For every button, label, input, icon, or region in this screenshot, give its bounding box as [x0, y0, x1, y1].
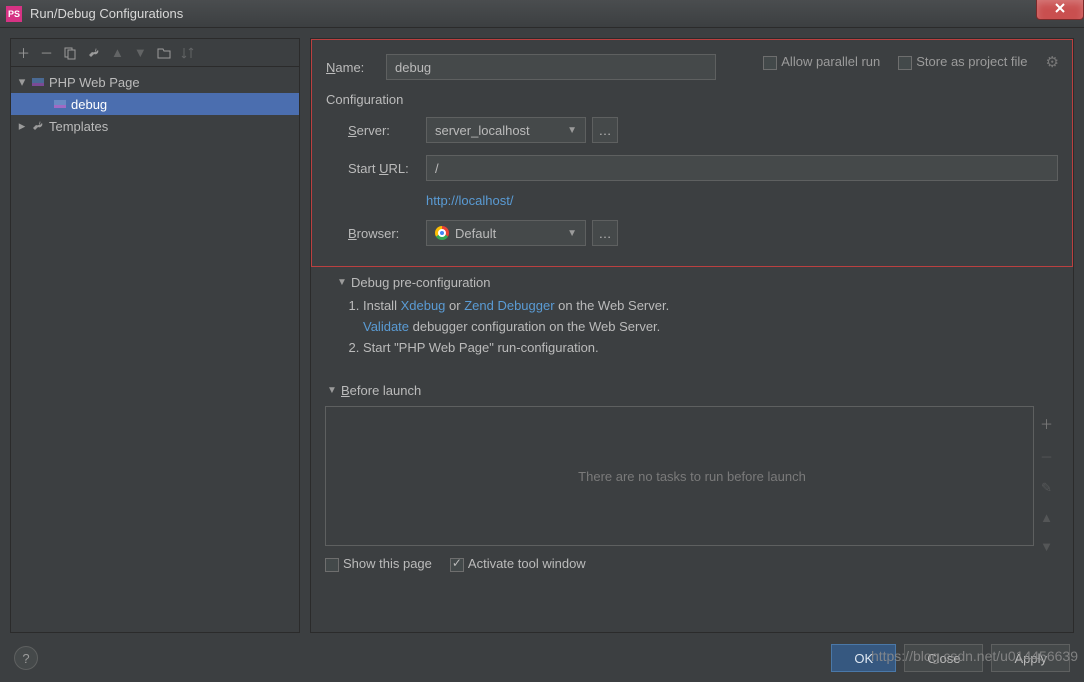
- debug-pre-title: Debug pre-configuration: [351, 275, 490, 290]
- tree-label: PHP Web Page: [49, 75, 140, 90]
- sort-button[interactable]: [181, 46, 195, 60]
- show-this-page-label: Show this page: [343, 556, 432, 571]
- task-up-button[interactable]: ▲: [1040, 510, 1053, 525]
- templates-icon: [29, 119, 47, 133]
- php-web-icon: [51, 97, 69, 111]
- php-web-icon: [29, 75, 47, 89]
- title-bar: PS Run/Debug Configurations: [0, 0, 1084, 28]
- server-label: Server:: [348, 123, 426, 138]
- tree-expander-icon[interactable]: ▾: [15, 74, 29, 90]
- browser-value: Default: [455, 226, 496, 241]
- remove-task-button[interactable]: －: [1040, 447, 1053, 466]
- activate-tool-label: Activate tool window: [468, 556, 586, 571]
- close-icon: [1053, 1, 1067, 15]
- task-side-controls: ＋ － ✎ ▲ ▼: [1033, 406, 1059, 546]
- start-url-label: Start URL:: [348, 161, 426, 176]
- tree-expander-icon[interactable]: ▸: [15, 118, 29, 134]
- task-down-button[interactable]: ▼: [1040, 539, 1053, 554]
- edit-task-button[interactable]: ✎: [1041, 480, 1052, 496]
- dialog-footer: ? OK Close Apply: [0, 634, 1084, 682]
- chevron-down-icon: ▼: [567, 228, 577, 239]
- xdebug-link[interactable]: Xdebug: [401, 298, 446, 313]
- validate-line: Validate debugger configuration on the W…: [363, 319, 1059, 334]
- tree-label: Templates: [49, 119, 108, 134]
- browser-label: Browser:: [348, 226, 426, 241]
- app-icon: PS: [6, 6, 22, 22]
- copy-config-button[interactable]: [63, 46, 77, 60]
- sort-icon: [181, 46, 195, 60]
- apply-button[interactable]: Apply: [991, 644, 1070, 672]
- config-form-panel: Allow parallel run Store as project file…: [310, 38, 1074, 633]
- show-this-page-checkbox[interactable]: Show this page: [325, 556, 432, 572]
- server-combo[interactable]: server_localhost ▼: [426, 117, 586, 143]
- allow-parallel-checkbox[interactable]: Allow parallel run: [763, 54, 880, 70]
- server-value: server_localhost: [435, 123, 530, 138]
- folder-icon: [157, 46, 171, 60]
- browser-combo[interactable]: Default ▼: [426, 220, 586, 246]
- ok-button[interactable]: OK: [831, 644, 896, 672]
- before-launch-section-header[interactable]: ▼ Before launch: [327, 383, 1059, 398]
- close-window-button[interactable]: [1036, 0, 1084, 20]
- store-project-label: Store as project file: [916, 54, 1027, 69]
- expander-down-icon: ▼: [327, 385, 341, 396]
- add-task-button[interactable]: ＋: [1040, 414, 1053, 433]
- move-down-button[interactable]: ▼: [134, 45, 147, 60]
- configurations-tree-panel: ＋ － ▲ ▼ ▾ PHP Web Page debug ▸ Templates: [10, 38, 300, 633]
- tree-toolbar: ＋ － ▲ ▼: [11, 39, 299, 67]
- configuration-section-header: Configuration: [326, 92, 1058, 107]
- remove-config-button[interactable]: －: [40, 43, 53, 62]
- browser-browse-button[interactable]: …: [592, 220, 618, 246]
- move-up-button[interactable]: ▲: [111, 45, 124, 60]
- add-config-button[interactable]: ＋: [17, 43, 30, 62]
- before-launch-tasks: There are no tasks to run before launch …: [325, 406, 1059, 546]
- config-tree[interactable]: ▾ PHP Web Page debug ▸ Templates: [11, 67, 299, 632]
- debug-pre-step2: Start "PHP Web Page" run-configuration.: [363, 340, 1059, 355]
- name-input[interactable]: [386, 54, 716, 80]
- wrench-icon: [87, 46, 101, 60]
- help-button[interactable]: ?: [14, 646, 38, 670]
- name-label: Name:: [326, 60, 386, 75]
- folder-button[interactable]: [157, 46, 171, 60]
- cancel-button[interactable]: Close: [904, 644, 983, 672]
- expander-down-icon: ▼: [337, 277, 351, 288]
- tree-node-debug[interactable]: debug: [11, 93, 299, 115]
- empty-tasks-message: There are no tasks to run before launch: [578, 469, 806, 484]
- activate-tool-window-checkbox[interactable]: Activate tool window: [450, 556, 586, 572]
- highlighted-region: Name: Configuration Server: server_local…: [311, 39, 1073, 267]
- window-title: Run/Debug Configurations: [30, 6, 183, 21]
- gear-icon[interactable]: ⚙: [1046, 53, 1059, 71]
- debug-pre-step1: Install Xdebug or Zend Debugger on the W…: [363, 298, 1059, 313]
- edit-defaults-button[interactable]: [87, 46, 101, 60]
- zend-link[interactable]: Zend Debugger: [464, 298, 554, 313]
- tree-node-php-web-page[interactable]: ▾ PHP Web Page: [11, 71, 299, 93]
- copy-icon: [63, 46, 77, 60]
- allow-parallel-label: Allow parallel run: [781, 54, 880, 69]
- debug-pre-section-header[interactable]: ▼ Debug pre-configuration: [337, 275, 1059, 290]
- store-as-project-checkbox[interactable]: Store as project file: [898, 54, 1027, 70]
- chevron-down-icon: ▼: [567, 125, 577, 136]
- top-options: Allow parallel run Store as project file…: [763, 53, 1059, 71]
- start-url-input[interactable]: [426, 155, 1058, 181]
- tree-node-templates[interactable]: ▸ Templates: [11, 115, 299, 137]
- chrome-icon: [435, 226, 449, 240]
- tree-label: debug: [71, 97, 107, 112]
- validate-link[interactable]: Validate: [363, 319, 409, 334]
- server-browse-button[interactable]: …: [592, 117, 618, 143]
- resolved-url-link[interactable]: http://localhost/: [426, 193, 1058, 208]
